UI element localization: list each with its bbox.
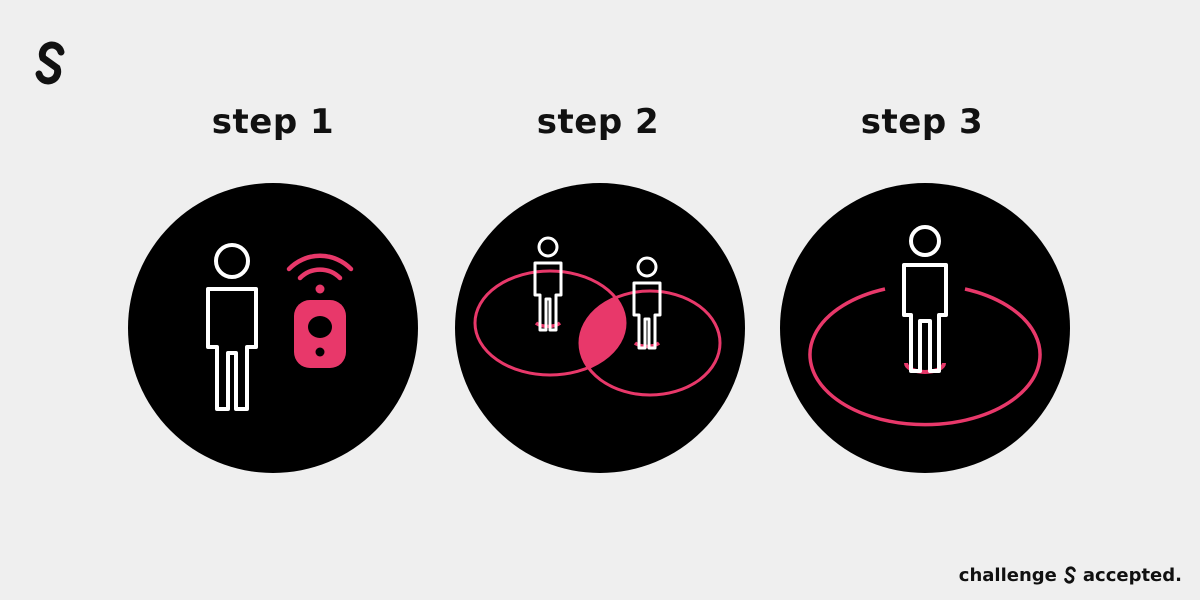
brand-logo-icon: [30, 38, 70, 88]
step-2-illustration: [455, 183, 745, 473]
step-2-title: step 2: [536, 102, 660, 142]
tagline-challenge: challenge: [958, 564, 1057, 586]
step-1-title: step 1: [211, 102, 335, 142]
tagline-accepted: accepted.: [1082, 564, 1182, 586]
tagline: challenge accepted.: [959, 564, 1182, 586]
step-1-illustration: [128, 183, 418, 473]
s-link-icon: [1062, 564, 1078, 586]
step-3-title: step 3: [860, 102, 984, 142]
step-3-illustration: [780, 183, 1070, 473]
